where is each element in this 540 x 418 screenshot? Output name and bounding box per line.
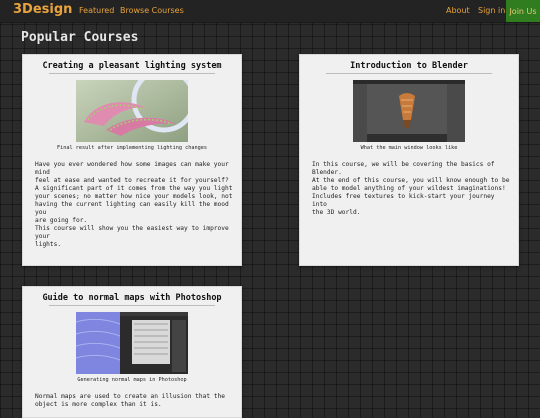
lighting-render-image — [76, 80, 188, 142]
thumbnail-caption: What the main window looks like — [360, 145, 458, 151]
join-us-button[interactable]: Join Us — [506, 0, 540, 22]
nav-link-sign-in[interactable]: Sign in — [478, 6, 505, 15]
course-title[interactable]: Introduction to Blender — [300, 61, 518, 71]
thumbnail-caption: Final result after implementing lighting… — [57, 145, 207, 151]
title-divider — [326, 73, 492, 74]
brand-logo[interactable]: 3Design — [13, 2, 72, 17]
title-divider — [49, 305, 215, 306]
thumbnail-caption: Generating normal maps in Photoshop — [77, 377, 187, 383]
course-title[interactable]: Guide to normal maps with Photoshop — [23, 293, 241, 303]
nav-link-featured[interactable]: Featured — [79, 6, 114, 15]
course-title[interactable]: Creating a pleasant lighting system — [23, 61, 241, 71]
photoshop-normal-map-image — [76, 312, 188, 374]
course-thumbnail[interactable] — [76, 312, 188, 374]
course-description: In this course, we will be covering the … — [312, 161, 510, 216]
blender-window-image — [353, 80, 465, 142]
course-card-lighting[interactable]: Creating a pleasant lighting system Fina… — [22, 54, 242, 266]
course-description: Have you ever wondered how some images c… — [35, 161, 233, 248]
page-title: Popular Courses — [21, 30, 139, 45]
course-thumbnail[interactable] — [353, 80, 465, 142]
course-card-blender[interactable]: Introduction to Blender What the main wi… — [299, 54, 519, 266]
course-thumbnail[interactable] — [76, 80, 188, 142]
top-navbar: 3Design Featured Browse Courses About Si… — [0, 0, 540, 23]
nav-link-browse-courses[interactable]: Browse Courses — [120, 6, 184, 15]
nav-link-about[interactable]: About — [446, 6, 470, 15]
title-divider — [49, 73, 215, 74]
course-card-normal-maps[interactable]: Guide to normal maps with Photoshop Gene… — [22, 286, 242, 418]
course-description: Normal maps are used to create an illusi… — [35, 393, 225, 408]
